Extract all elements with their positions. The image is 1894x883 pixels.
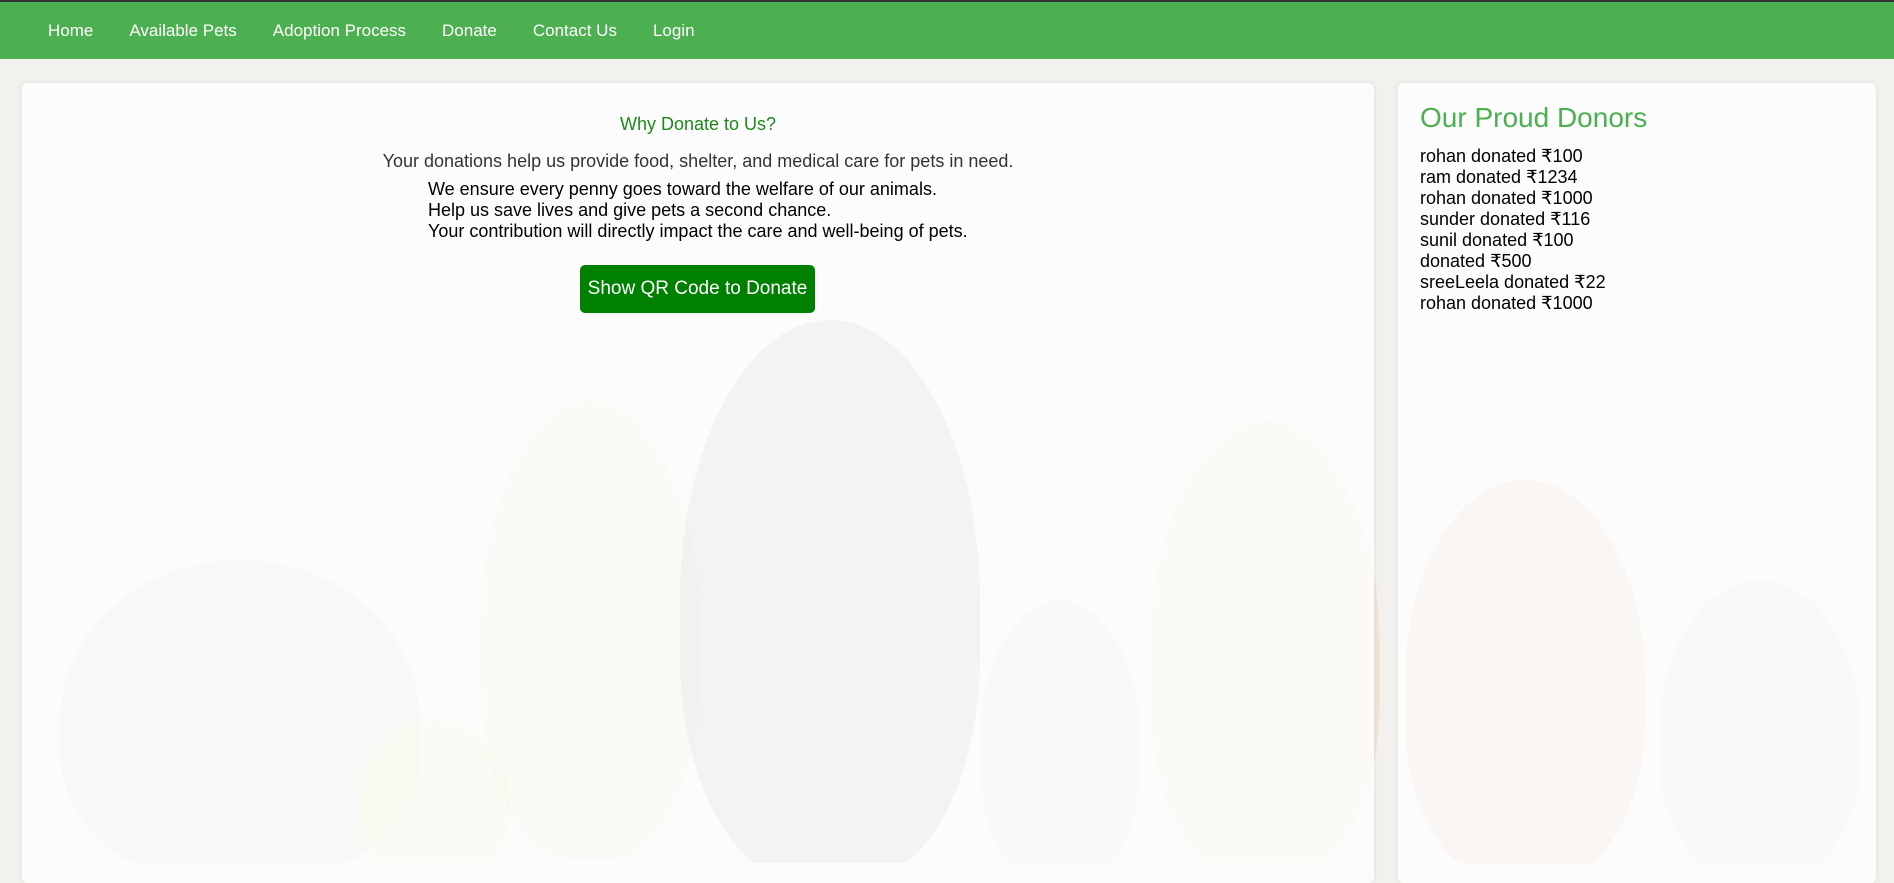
donor-item: sunil donated ₹100	[1420, 230, 1574, 250]
donate-points-list: We ensure every penny goes toward the we…	[428, 179, 968, 242]
top-navbar: Home Available Pets Adoption Process Don…	[0, 2, 1894, 59]
donors-heading: Our Proud Donors	[1420, 102, 1648, 133]
nav-home-link[interactable]: Home	[48, 21, 93, 41]
donor-item: rohan donated ₹1000	[1420, 293, 1593, 313]
donor-item: rohan donated ₹1000	[1420, 188, 1593, 208]
donate-point: We ensure every penny goes toward the we…	[428, 179, 937, 199]
nav-login-link[interactable]: Login	[653, 21, 695, 41]
donate-info-panel: Why Donate to Us? Your donations help us…	[22, 83, 1374, 883]
show-qr-code-button[interactable]: Show QR Code to Donate	[580, 265, 815, 313]
donor-item: sunder donated ₹116	[1420, 209, 1591, 229]
donor-list: rohan donated ₹100 ram donated ₹1234 roh…	[1420, 146, 1606, 314]
donor-item: rohan donated ₹100	[1420, 146, 1583, 166]
nav-donate-link[interactable]: Donate	[442, 21, 497, 41]
donate-intro-text: Your donations help us provide food, she…	[382, 151, 1014, 171]
why-donate-heading: Why Donate to Us?	[619, 114, 777, 134]
donate-point: Your contribution will directly impact t…	[428, 221, 968, 241]
nav-adoption-process-link[interactable]: Adoption Process	[273, 21, 406, 41]
donor-item: ram donated ₹1234	[1420, 167, 1578, 187]
donor-item: sreeLeela donated ₹22	[1420, 272, 1606, 292]
donate-point: Help us save lives and give pets a secon…	[428, 200, 832, 220]
donors-panel: Our Proud Donors rohan donated ₹100 ram …	[1398, 83, 1876, 883]
donor-item: donated ₹500	[1420, 251, 1532, 271]
nav-contact-us-link[interactable]: Contact Us	[533, 21, 617, 41]
nav-available-pets-link[interactable]: Available Pets	[129, 21, 236, 41]
